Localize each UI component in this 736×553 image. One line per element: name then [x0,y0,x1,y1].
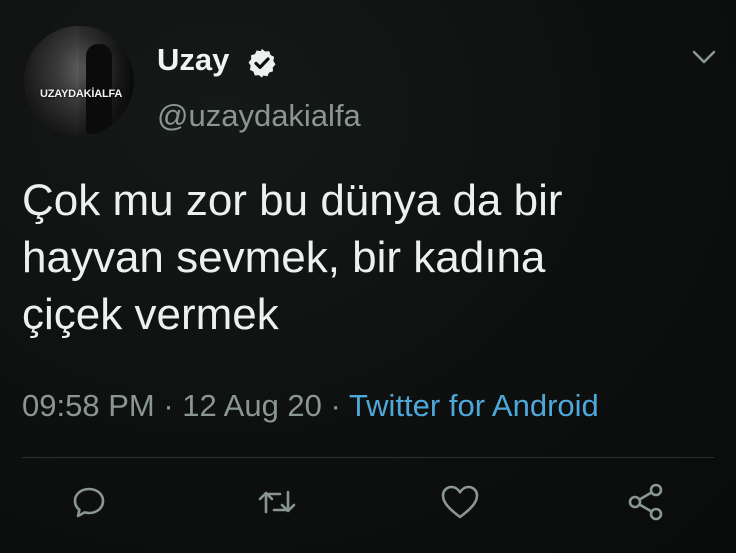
tweet-date: 12 Aug 20 [182,388,322,423]
reply-button[interactable] [67,480,111,524]
tweet-time: 09:58 PM [22,388,155,423]
avatar[interactable]: UZAYDAKİALFA [24,26,134,136]
divider [22,457,714,458]
tweet-meta: 09:58 PM · 12 Aug 20 · Twitter for Andro… [22,388,599,424]
chevron-down-icon[interactable] [691,48,717,66]
tweet-source-link[interactable]: Twitter for Android [349,388,599,423]
heart-icon [439,482,481,522]
meta-separator: · [330,388,341,423]
tweet-text: Çok mu zor bu dünya da bir hayvan sevmek… [22,176,563,339]
avatar-text: UZAYDAKİALFA [40,88,123,100]
user-handle[interactable]: @uzaydakialfa [157,98,361,134]
meta-separator: · [163,388,174,423]
reply-icon [69,482,109,522]
like-button[interactable] [438,480,482,524]
verified-badge-icon [246,47,278,79]
tweet-card: UZAYDAKİALFA Uzay @uzaydakialfa Çok mu z… [0,0,736,553]
retweet-button[interactable] [255,480,299,524]
retweet-icon [255,482,299,522]
share-button[interactable] [624,480,668,524]
display-name[interactable]: Uzay [157,42,229,78]
share-icon [625,481,667,523]
